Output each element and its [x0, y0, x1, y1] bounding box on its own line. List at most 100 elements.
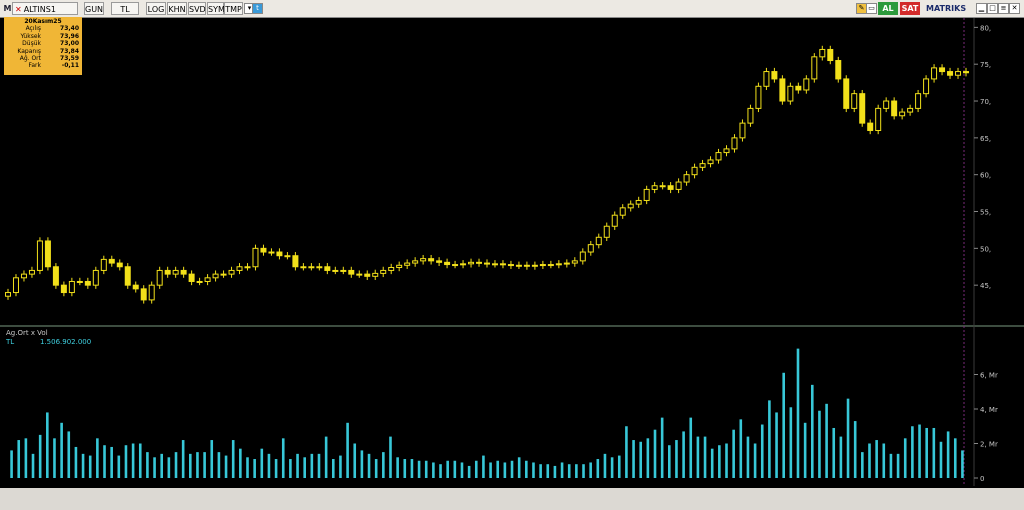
- candle-body: [284, 255, 291, 258]
- candle-body: [875, 107, 882, 131]
- candle-body: [44, 240, 51, 268]
- volume-bar: [610, 457, 614, 478]
- candle-body: [643, 188, 650, 201]
- candle-body: [300, 266, 307, 269]
- volume-bar: [88, 455, 92, 478]
- volume-bar: [474, 460, 478, 478]
- volume-bar: [446, 460, 449, 478]
- candle-body: [236, 266, 243, 271]
- volume-bar: [367, 453, 371, 478]
- volume-bar: [539, 464, 542, 478]
- candle-body: [619, 207, 626, 216]
- info-row-open: Açılış 73,40: [25, 25, 79, 33]
- candle-body: [763, 71, 770, 87]
- candle-body: [611, 214, 618, 227]
- info-date: 20Kasım25: [24, 18, 62, 25]
- volume-bar: [260, 448, 264, 478]
- candle-body: [140, 288, 147, 301]
- candle-body: [499, 263, 506, 266]
- candle-body: [867, 122, 874, 131]
- candle-body: [468, 261, 475, 265]
- candle-body: [915, 93, 922, 109]
- volume-bar: [482, 455, 485, 478]
- volume-tick-label: 6, Mr: [980, 372, 998, 380]
- volume-bar: [210, 440, 214, 478]
- volume-bar: [296, 453, 299, 478]
- candle-body: [212, 273, 219, 279]
- volume-bar: [632, 440, 635, 478]
- volume-bar: [682, 431, 685, 478]
- candle-body: [907, 107, 914, 113]
- candle-body: [723, 148, 730, 154]
- candle-body: [132, 284, 139, 290]
- candle-body: [555, 263, 562, 266]
- volume-bar: [396, 457, 399, 478]
- candle-body: [180, 269, 187, 275]
- candle-body: [340, 269, 347, 272]
- candle-body: [675, 181, 682, 190]
- candle-body: [156, 269, 163, 286]
- candle-body: [324, 266, 331, 271]
- candle-body: [595, 236, 602, 246]
- candle-body: [819, 48, 826, 58]
- candle-body: [707, 159, 714, 165]
- candle-body: [292, 255, 299, 268]
- volume-title: Ag.Ort x Vol: [6, 329, 48, 337]
- volume-bar: [203, 452, 206, 478]
- candle-body: [252, 247, 259, 268]
- volume-bar: [467, 465, 471, 478]
- candle-body: [444, 261, 451, 266]
- volume-bar: [410, 459, 414, 478]
- candle-body: [515, 264, 522, 267]
- candle-body: [196, 280, 203, 283]
- volume-bar: [138, 443, 142, 478]
- volume-bar: [953, 438, 957, 478]
- candle-body: [587, 244, 594, 253]
- price-volume-chart[interactable]: 45, 50, 55, 60, 65, 70, 75, 80, 0 2, Mr 4, Mr 6, Mr…: [0, 0, 1024, 510]
- volume-tick-label: 0: [980, 475, 984, 483]
- volume-bar: [96, 438, 99, 478]
- volume-bar: [382, 452, 385, 478]
- volume-bar: [432, 462, 435, 478]
- candle-body: [923, 78, 930, 95]
- candle-body: [28, 269, 35, 275]
- volume-bar: [160, 453, 164, 478]
- candle-body: [116, 262, 123, 268]
- volume-bar: [725, 443, 728, 478]
- volume-bar: [646, 438, 650, 478]
- candle-body: [36, 240, 43, 271]
- volume-bar: [374, 459, 378, 478]
- volume-bar: [703, 436, 707, 478]
- candle-body: [436, 260, 443, 263]
- candle-body: [739, 122, 746, 139]
- candle-body: [348, 269, 355, 275]
- volume-value: 1.506.902.000: [40, 338, 92, 346]
- volume-bar: [768, 400, 771, 478]
- volume-bar: [603, 453, 607, 478]
- candle-body: [651, 185, 658, 190]
- price-tick-label: 80,: [980, 24, 991, 32]
- ohlc-info-box: 20Kasım25 Açılış 73,40 Yüksek 73,96 Düşük 7…: [4, 17, 82, 75]
- candle-body: [811, 56, 818, 80]
- candle-body: [563, 262, 570, 265]
- volume-bar: [575, 464, 578, 478]
- volume-bar: [110, 446, 113, 478]
- candle-body: [931, 67, 938, 80]
- candle-body: [523, 264, 530, 267]
- volume-bar: [81, 453, 85, 478]
- volume-bar: [289, 459, 292, 478]
- volume-bar: [803, 422, 807, 478]
- candle-body: [635, 199, 642, 205]
- candle-body: [963, 71, 969, 74]
- volume-bar: [324, 436, 328, 478]
- candle-body: [276, 251, 283, 257]
- volume-bar: [839, 436, 843, 478]
- candle-body: [787, 85, 794, 102]
- candle-body: [683, 174, 690, 183]
- candle-body: [92, 269, 99, 286]
- candle-body: [52, 266, 59, 286]
- volume-bar: [660, 417, 664, 478]
- candle-body: [691, 166, 698, 176]
- candle-body: [420, 258, 427, 262]
- volume-bar: [424, 460, 428, 478]
